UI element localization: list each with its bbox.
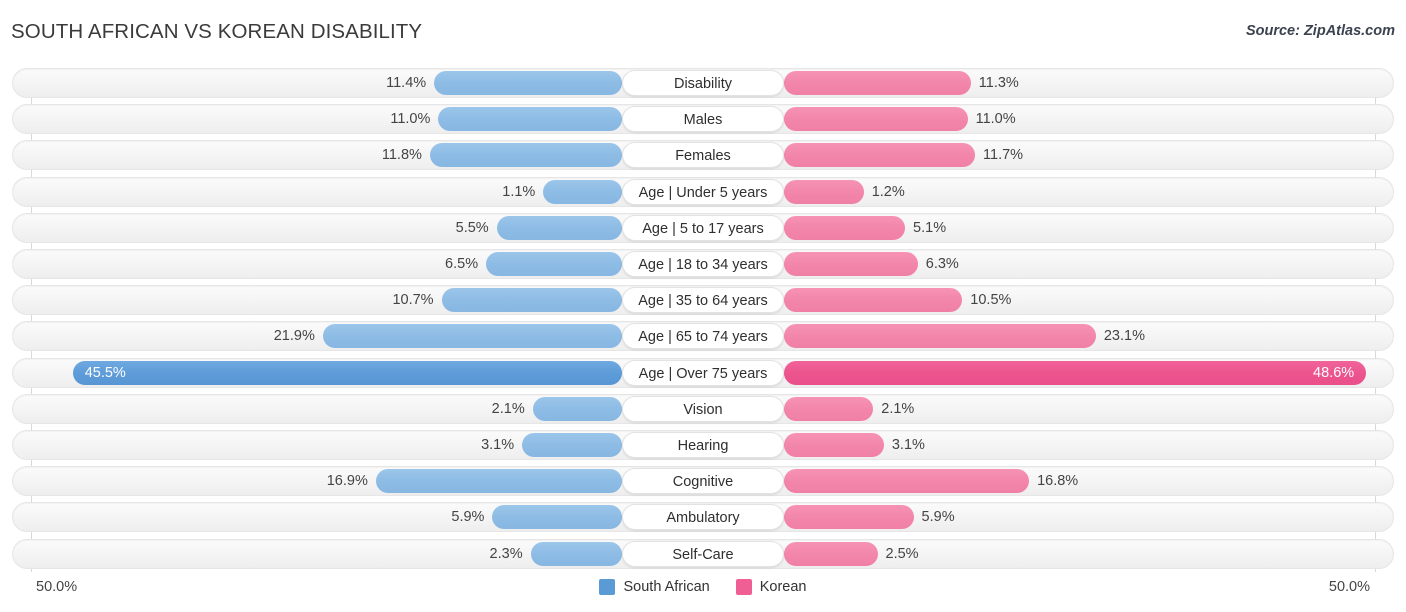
- bar-south-african: [434, 71, 622, 95]
- chart-row: 1.1% 1.2% Age | Under 5 years: [12, 176, 1394, 207]
- bar-south-african: [522, 433, 622, 457]
- value-label-korean: 16.8%: [1037, 473, 1079, 490]
- bar-south-african: [429, 143, 622, 168]
- bar-south-african: [496, 215, 622, 240]
- category-label: Age | Over 75 years: [622, 359, 784, 386]
- value-label-korean: 11.0%: [975, 111, 1016, 128]
- bar-korean: [784, 71, 971, 95]
- bar-south-african: [492, 505, 622, 530]
- category-label: Disability: [622, 70, 784, 96]
- bar-south-african: [530, 541, 622, 566]
- chart-row: 21.9% 23.1% Age | 65 to 74 years: [12, 321, 1394, 352]
- bar-korean: [784, 433, 884, 457]
- bar-south-african: [438, 107, 622, 132]
- category-label: Males: [622, 106, 784, 133]
- legend-item: Korean: [735, 579, 807, 595]
- bar-korean: [784, 288, 963, 313]
- value-label-south-african: 5.5%: [455, 219, 489, 236]
- legend-swatch-icon: [599, 579, 616, 595]
- category-label: Females: [622, 142, 784, 169]
- value-label-south-african: 6.5%: [445, 256, 479, 272]
- chart-row: 6.5% 6.3% Age | 18 to 34 years: [12, 249, 1394, 279]
- bar-south-african: [543, 179, 622, 204]
- bar-korean: [784, 179, 864, 204]
- bar-south-african: [532, 396, 622, 421]
- bar-south-african: [375, 469, 622, 494]
- category-label: Age | Under 5 years: [622, 178, 784, 205]
- value-label-south-african: 3.1%: [481, 437, 515, 453]
- value-label-korean: 23.1%: [1103, 328, 1145, 345]
- bar-korean: [784, 324, 1096, 349]
- value-label-korean: 11.3%: [978, 75, 1019, 91]
- value-label-korean: 5.1%: [913, 219, 947, 236]
- category-label: Vision: [622, 395, 784, 422]
- value-label-korean: 6.3%: [925, 256, 959, 272]
- value-label-south-african: 21.9%: [273, 328, 315, 345]
- value-label-south-african: 11.4%: [386, 75, 427, 91]
- bar-korean: [784, 541, 878, 566]
- category-label: Age | 65 to 74 years: [622, 323, 784, 350]
- category-label: Age | 35 to 64 years: [622, 287, 784, 314]
- chart-row: 5.9% 5.9% Ambulatory: [12, 502, 1394, 533]
- value-label-korean: 2.1%: [881, 400, 915, 417]
- legend-label: Korean: [759, 579, 807, 595]
- value-label-korean: 5.9%: [921, 509, 955, 526]
- bar-korean: [784, 505, 914, 530]
- chart-row: 10.7% 10.5% Age | 35 to 64 years: [12, 285, 1394, 316]
- value-label-korean: 48.6%: [1313, 364, 1355, 381]
- value-label-south-african: 2.1%: [491, 400, 525, 417]
- value-label-south-african: 2.3%: [489, 545, 523, 562]
- chart-row: 45.5% 48.6% Age | Over 75 years: [12, 357, 1394, 388]
- chart-footer: 50.0% 50.0% South African Korean: [0, 572, 1406, 612]
- legend-item: South African: [599, 579, 710, 595]
- bar-korean: [784, 143, 976, 168]
- category-label: Cognitive: [622, 468, 784, 495]
- value-label-korean: 11.7%: [983, 147, 1024, 164]
- category-label: Age | 5 to 17 years: [622, 214, 784, 241]
- bar-korean: [784, 396, 874, 421]
- chart-row: 11.0% 11.0% Males: [12, 104, 1394, 135]
- bar-south-african: [322, 324, 622, 349]
- chart-plot-area: 11.4% 11.3% Disability 11.0% 11.0% Males 11.8%…: [0, 60, 1406, 572]
- chart-header: SOUTH AFRICAN VS KOREAN DISABILITY Sourc…: [0, 0, 1406, 60]
- value-label-korean: 1.2%: [871, 183, 905, 200]
- value-label-korean: 2.5%: [885, 545, 919, 562]
- category-label: Age | 18 to 34 years: [622, 251, 784, 277]
- category-label: Ambulatory: [622, 504, 784, 531]
- bar-korean: [784, 107, 968, 132]
- value-label-south-african: 10.7%: [392, 292, 434, 309]
- value-label-south-african: 45.5%: [84, 364, 126, 381]
- category-label: Hearing: [622, 432, 784, 458]
- value-label-korean: 3.1%: [891, 437, 925, 453]
- bar-korean: [784, 252, 918, 276]
- chart-row: 5.5% 5.1% Age | 5 to 17 years: [12, 212, 1394, 243]
- chart-row: 11.8% 11.7% Females: [12, 140, 1394, 171]
- legend-label: South African: [623, 579, 710, 595]
- chart-row: 3.1% 3.1% Hearing: [12, 430, 1394, 460]
- category-label: Self-Care: [622, 540, 784, 567]
- bar-south-african: [486, 252, 622, 276]
- value-label-south-african: 5.9%: [451, 509, 485, 526]
- page-title: SOUTH AFRICAN VS KOREAN DISABILITY: [11, 20, 423, 43]
- chart-row: 2.1% 2.1% Vision: [12, 393, 1394, 424]
- legend-swatch-icon: [735, 579, 752, 595]
- value-label-korean: 10.5%: [970, 292, 1012, 309]
- chart-row: 2.3% 2.5% Self-Care: [12, 538, 1394, 569]
- value-label-south-african: 11.8%: [381, 147, 422, 164]
- value-label-south-african: 1.1%: [502, 183, 536, 200]
- bar-korean: [784, 469, 1030, 494]
- chart-row: 11.4% 11.3% Disability: [12, 68, 1394, 98]
- value-label-south-african: 11.0%: [390, 111, 431, 128]
- value-label-south-african: 16.9%: [326, 473, 368, 490]
- source-attribution: Source: ZipAtlas.com: [1245, 23, 1395, 39]
- bar-korean: [784, 215, 906, 240]
- bar-south-african: [441, 288, 622, 313]
- chart-legend: South African Korean: [0, 579, 1406, 595]
- chart-row: 16.9% 16.8% Cognitive: [12, 466, 1394, 497]
